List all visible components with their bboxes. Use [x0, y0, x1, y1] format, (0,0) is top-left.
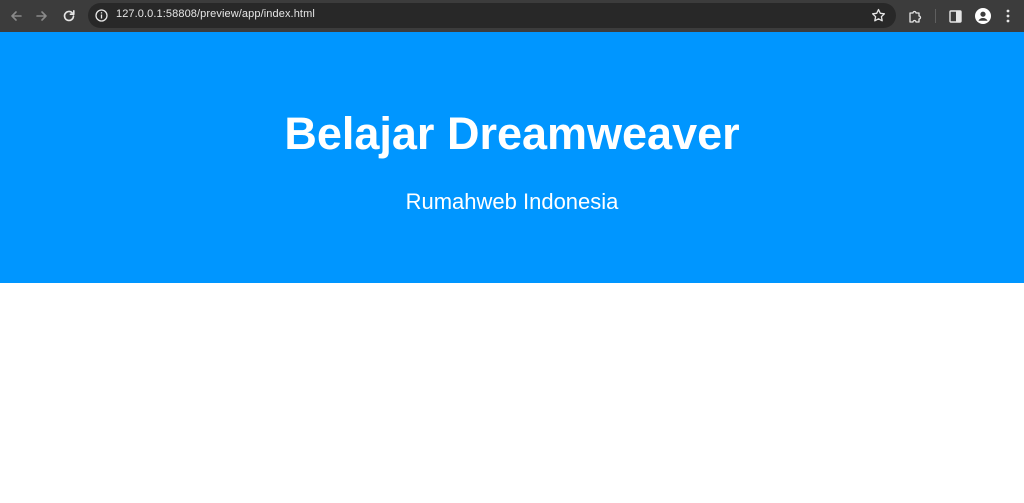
- extensions-button[interactable]: [906, 7, 924, 25]
- side-panel-icon: [948, 9, 962, 23]
- forward-button[interactable]: [32, 6, 52, 26]
- puzzle-icon: [909, 10, 922, 23]
- toolbar-divider: [935, 9, 936, 23]
- browser-menu-button[interactable]: [999, 7, 1017, 25]
- back-arrow-icon: [11, 11, 22, 21]
- address-bar[interactable]: 127.0.0.1:58808/preview/app/index.html: [88, 3, 896, 28]
- star-icon[interactable]: [871, 8, 886, 23]
- forward-arrow-icon: [36, 11, 47, 21]
- page-title: Belajar Dreamweaver: [284, 108, 740, 159]
- info-icon[interactable]: [95, 9, 108, 22]
- reload-button[interactable]: [59, 6, 79, 26]
- hero-banner: Belajar Dreamweaver Rumahweb Indonesia: [0, 32, 1024, 283]
- kebab-menu-icon: [1006, 9, 1010, 23]
- browser-toolbar: 127.0.0.1:58808/preview/app/index.html: [0, 0, 1024, 32]
- reload-icon: [63, 10, 75, 22]
- profile-button[interactable]: [974, 7, 992, 25]
- page-subtitle: Rumahweb Indonesia: [405, 189, 619, 214]
- side-panel-button[interactable]: [946, 7, 964, 25]
- back-button[interactable]: [6, 6, 26, 26]
- url-text[interactable]: 127.0.0.1:58808/preview/app/index.html: [116, 8, 315, 20]
- page-content-area: [0, 283, 1024, 503]
- profile-icon: [975, 8, 991, 24]
